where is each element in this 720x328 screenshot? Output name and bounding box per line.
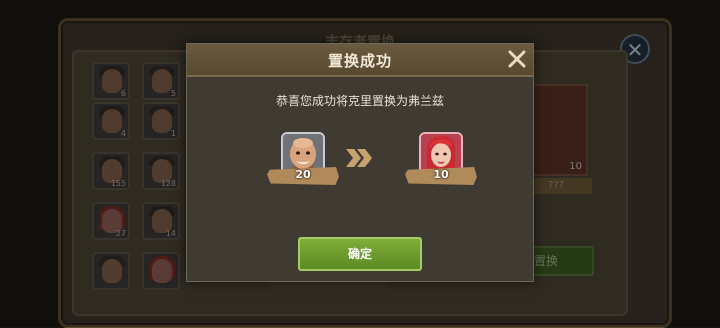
to-hero-level: 10 <box>433 168 449 181</box>
swap-success-dialog: 置换成功 恭喜您成功将克里置换为弗兰兹 20 10 确定 <box>186 43 534 282</box>
dialog-title: 置换成功 <box>327 52 392 70</box>
to-hero: 10 <box>405 132 485 192</box>
confirm-button[interactable]: 确定 <box>298 237 422 271</box>
dialog-header: 置换成功 <box>187 44 533 77</box>
from-hero-level: 20 <box>295 168 311 181</box>
from-hero: 20 <box>267 132 347 192</box>
close-x-icon[interactable] <box>505 47 529 71</box>
success-message: 恭喜您成功将克里置换为弗兰兹 <box>275 94 444 108</box>
double-chevron-right-icon <box>346 149 372 167</box>
